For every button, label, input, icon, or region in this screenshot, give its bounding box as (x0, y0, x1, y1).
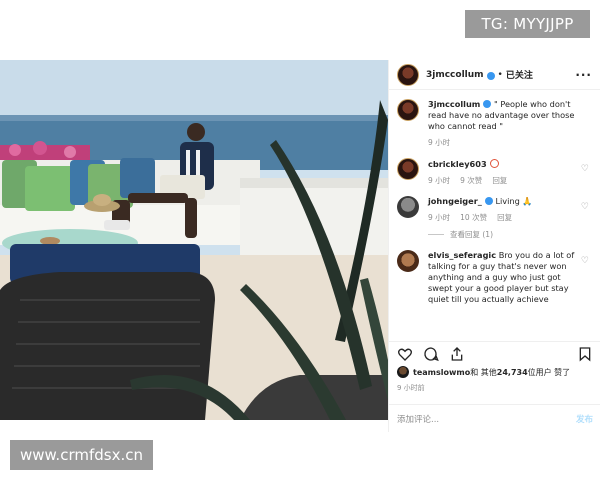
post-photo[interactable] (0, 60, 388, 420)
comment-item: cbrickley603 9 小时 9 次赞 回复 ♡ (397, 158, 593, 186)
emoji-icon (489, 159, 499, 168)
avatar[interactable] (397, 158, 419, 180)
avatar[interactable] (397, 63, 419, 86)
comment-username[interactable]: cbrickley603 (428, 159, 487, 169)
comment-icon[interactable] (423, 346, 439, 362)
likes-username[interactable]: teamslowmo (413, 368, 470, 377)
add-comment-input[interactable]: 添加评论... (397, 413, 439, 425)
bookmark-icon[interactable] (577, 346, 593, 362)
reply-button[interactable]: 回复 (497, 212, 512, 223)
likes-count[interactable]: 24,734 (497, 368, 528, 377)
comment-username[interactable]: 3jmccollum (428, 99, 480, 109)
comment-time: 9 小时 (428, 176, 451, 185)
comment-username[interactable]: elvis_seferagic (428, 250, 496, 260)
view-replies-button[interactable]: 查看回复 (1) (428, 229, 578, 240)
verified-icon (483, 100, 492, 108)
comment-time: 9 小时 (428, 213, 451, 222)
avatar[interactable] (397, 196, 419, 218)
avatar (397, 366, 409, 378)
avatar[interactable] (397, 250, 419, 272)
share-icon[interactable] (449, 346, 465, 362)
comment-item: johngeiger_ Living 🙏 9 小时 10 次赞 回复 查看回复 … (397, 196, 593, 240)
comment-text: Living 🙏 (495, 196, 533, 206)
post-side-panel: 3jmccollum • 已关注 ··· 3jmccollum " People… (388, 60, 600, 432)
watermark-bottom: www.crmfdsx.cn (10, 440, 153, 470)
likes-summary[interactable]: teamslowmo 和 其他 24,734 位用户 赞了 (397, 366, 570, 378)
follow-status-button[interactable]: 已关注 (506, 68, 533, 81)
comments-list: 3jmccollum " People who don't read have … (389, 91, 600, 341)
pillow (25, 166, 75, 211)
comment-username[interactable]: johngeiger_ (428, 196, 482, 206)
caption-comment: 3jmccollum " People who don't read have … (397, 99, 593, 148)
comment-time: 9 小时 (428, 138, 451, 147)
more-options-icon[interactable]: ··· (575, 68, 592, 82)
likes-mid-text: 和 其他 (470, 367, 497, 377)
heart-icon[interactable] (397, 346, 413, 362)
comment-like-heart-icon[interactable]: ♡ (581, 256, 589, 266)
post-actions-bar (389, 341, 600, 365)
replies-line (428, 234, 444, 235)
verified-icon (484, 197, 493, 205)
header-username[interactable]: 3jmccollum (426, 70, 484, 80)
separator-dot: • (497, 69, 503, 80)
comment-likes[interactable]: 10 次赞 (460, 212, 487, 223)
post-header: 3jmccollum • 已关注 ··· (389, 60, 600, 90)
post-comment-button[interactable]: 发布 (576, 413, 593, 425)
post-time: 9 小时前 (397, 384, 425, 392)
avatar[interactable] (397, 99, 419, 121)
comment-like-heart-icon[interactable]: ♡ (581, 202, 589, 212)
watermark-top: TG: MYYJJPP (465, 10, 590, 38)
likes-suffix: 位用户 赞了 (527, 367, 571, 377)
comment-likes[interactable]: 9 次赞 (460, 175, 482, 186)
view-replies-label: 查看回复 (1) (450, 230, 494, 239)
add-comment-bar: 添加评论... 发布 (389, 404, 600, 432)
comment-item: elvis_seferagic Bro you do a lot of talk… (397, 250, 593, 305)
reply-button[interactable]: 回复 (492, 175, 507, 186)
verified-icon (486, 71, 495, 80)
pillow (120, 158, 155, 198)
page: TG: MYYJJPP 3jmccollum • 已关注 ··· 3jmccol… (0, 0, 600, 480)
comment-like-heart-icon[interactable]: ♡ (581, 164, 589, 174)
